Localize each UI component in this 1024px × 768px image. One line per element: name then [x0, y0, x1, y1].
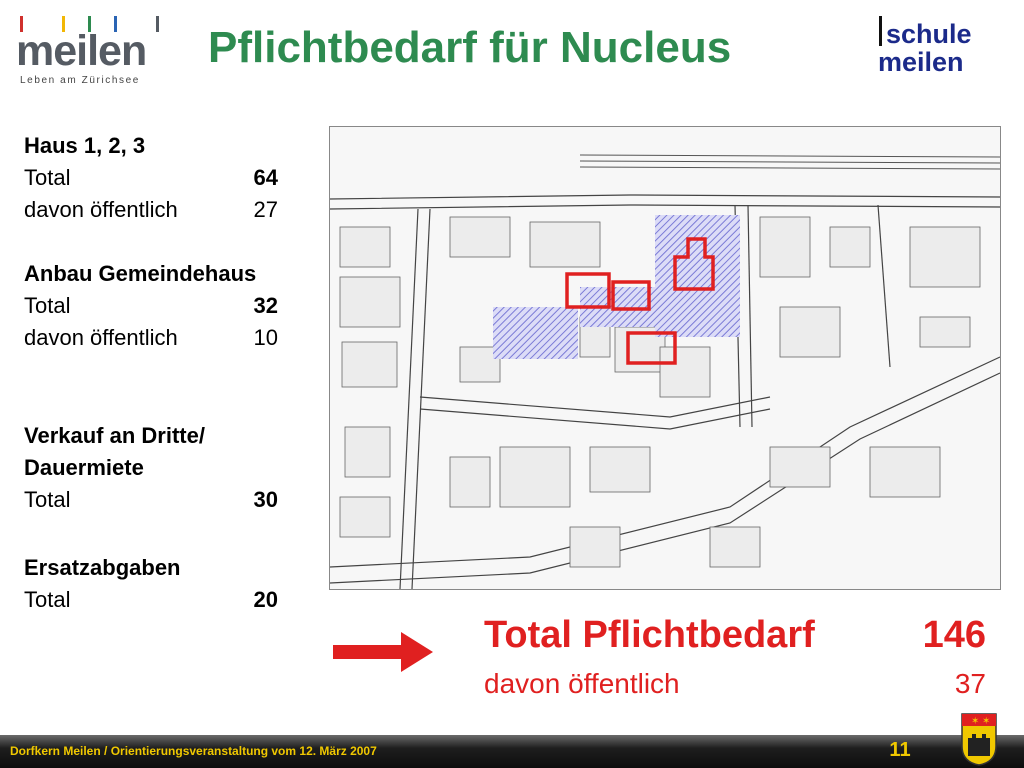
- item-heading: Verkauf an Dritte/ Dauermiete: [24, 423, 205, 480]
- item-heading: Ersatzabgaben: [24, 555, 181, 580]
- page-title: Pflichtbedarf für Nucleus: [208, 23, 732, 72]
- coat-of-arms-icon: ✶ ✶: [961, 713, 997, 766]
- item-row-total: Total 30: [24, 487, 278, 512]
- item-anbau: Anbau Gemeindehaus Total 32 davon öffentl…: [24, 258, 280, 354]
- svg-text:✶: ✶: [982, 716, 990, 727]
- meilen-logo-tagline: Leben am Zürichsee: [20, 75, 140, 86]
- page-number: 11: [889, 739, 911, 761]
- item-row-total: Total 64: [24, 165, 278, 190]
- item-row-total: Total 32: [24, 293, 278, 318]
- item-ersatz: Ersatzabgaben Total 20: [24, 552, 280, 616]
- site-plan-map: [329, 126, 1001, 590]
- total-value: 146: [922, 614, 986, 656]
- footer-bar: Dorfkern Meilen / Orientierungsveranstal…: [0, 735, 1024, 768]
- meilen-logo: meilen Leben am Zürichsee: [14, 12, 164, 86]
- total-label: Total Pflichtbedarf: [484, 614, 815, 656]
- svg-text:✶: ✶: [971, 716, 979, 727]
- item-haus: Haus 1, 2, 3 Total 64 davon öffentlich 27: [24, 130, 280, 226]
- item-row-total: Total 20: [24, 587, 278, 612]
- schule-meilen-logo: schule meilen: [876, 16, 996, 80]
- public-label: davon öffentlich: [484, 668, 680, 699]
- public-value: 37: [954, 668, 986, 699]
- arrow-right-icon: [333, 632, 433, 672]
- meilen-logo-word: meilen: [16, 27, 147, 75]
- item-heading: Haus 1, 2, 3: [24, 133, 146, 158]
- schule-logo-line1: schule: [886, 19, 972, 49]
- item-heading: Anbau Gemeindehaus: [24, 261, 257, 286]
- item-row-public: davon öffentlich 27: [24, 197, 278, 222]
- item-row-public: davon öffentlich 10: [24, 325, 278, 350]
- footer-text: Dorfkern Meilen / Orientierungsveranstal…: [10, 744, 377, 758]
- item-verkauf: Verkauf an Dritte/ Dauermiete Total 30: [24, 420, 280, 516]
- schule-logo-line2: meilen: [878, 47, 964, 77]
